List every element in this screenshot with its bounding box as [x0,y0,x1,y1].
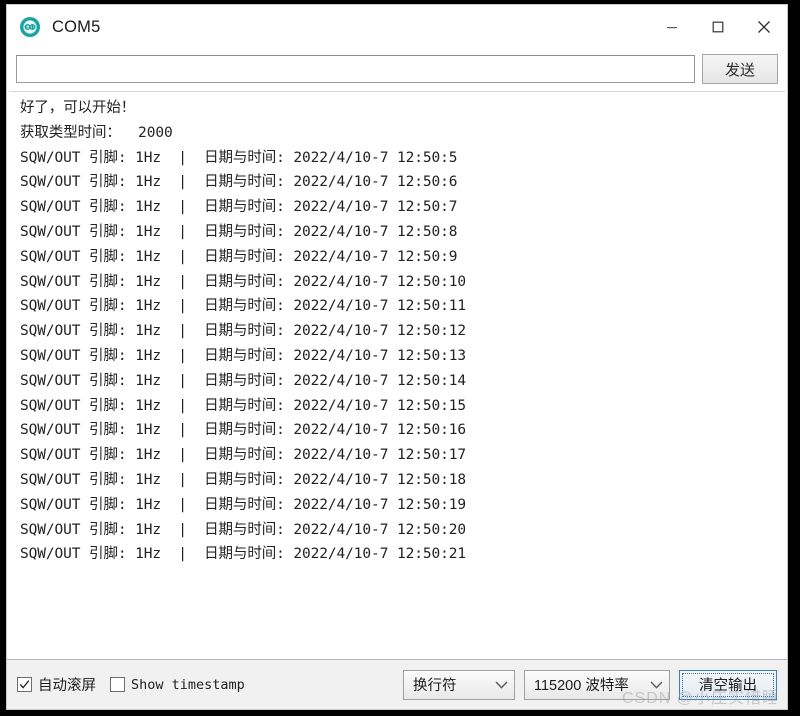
console-line: SQW/OUT 引脚: 1Hz | 日期与时间: 2022/4/10-7 12:… [20,422,466,439]
console-line: SQW/OUT 引脚: 1Hz | 日期与时间: 2022/4/10-7 12:… [20,471,466,488]
console-line: SQW/OUT 引脚: 1Hz | 日期与时间: 2022/4/10-7 12:… [20,248,458,265]
baud-rate-value: 115200 波特率 [534,678,629,694]
maximize-icon [712,21,724,33]
console-line: SQW/OUT 引脚: 1Hz | 日期与时间: 2022/4/10-7 12:… [20,546,466,563]
console-line: 获取类型时间： 2000 [20,124,173,141]
console-line: SQW/OUT 引脚: 1Hz | 日期与时间: 2022/4/10-7 12:… [20,273,466,290]
send-button[interactable]: 发送 [702,54,778,84]
show-timestamp-checkbox-box[interactable] [110,677,125,692]
minimize-button[interactable] [649,5,695,49]
send-bar: 发送 [7,49,787,89]
close-button[interactable] [741,5,787,49]
line-ending-value: 换行符 [413,678,457,694]
line-ending-select[interactable]: 换行符 [403,669,515,700]
show-timestamp-label: Show timestamp [131,676,245,693]
serial-monitor-window: COM5 发送 好了，可以开始！ 获取类型时间： 2000 SQW/OUT 引脚… [6,4,788,710]
close-icon [758,21,770,33]
console-line: SQW/OUT 引脚: 1Hz | 日期与时间: 2022/4/10-7 12:… [20,323,466,340]
autoscroll-label: 自动滚屏 [38,678,96,694]
console-line: SQW/OUT 引脚: 1Hz | 日期与时间: 2022/4/10-7 12:… [20,149,458,166]
console-line: SQW/OUT 引脚: 1Hz | 日期与时间: 2022/4/10-7 12:… [20,174,458,191]
baud-rate-select[interactable]: 115200 波特率 [524,669,670,700]
console-line: SQW/OUT 引脚: 1Hz | 日期与时间: 2022/4/10-7 12:… [20,496,466,513]
console-output[interactable]: 好了，可以开始！ 获取类型时间： 2000 SQW/OUT 引脚: 1Hz | 日期… [9,92,785,659]
console-output-panel[interactable]: 好了，可以开始！ 获取类型时间： 2000 SQW/OUT 引脚: 1Hz | 日期… [9,91,785,659]
bottom-toolbar-right: 换行符 115200 波特率 清空输出 [403,669,777,700]
console-line: SQW/OUT 引脚: 1Hz | 日期与时间: 2022/4/10-7 12:… [20,347,466,364]
window-title: COM5 [52,17,101,36]
clear-output-button[interactable]: 清空输出 [679,669,777,700]
checkmark-icon [19,680,30,689]
console-line: 好了，可以开始！ [20,100,136,116]
title-bar: COM5 [7,5,787,49]
send-input[interactable] [16,55,695,83]
console-line: SQW/OUT 引脚: 1Hz | 日期与时间: 2022/4/10-7 12:… [20,372,466,389]
console-line: SQW/OUT 引脚: 1Hz | 日期与时间: 2022/4/10-7 12:… [20,223,458,240]
window-controls [649,5,787,49]
arduino-logo-icon [19,16,41,38]
show-timestamp-checkbox[interactable]: Show timestamp [110,677,245,693]
console-line: SQW/OUT 引脚: 1Hz | 日期与时间: 2022/4/10-7 12:… [20,199,458,216]
autoscroll-checkbox[interactable]: 自动滚屏 [17,674,96,695]
console-line: SQW/OUT 引脚: 1Hz | 日期与时间: 2022/4/10-7 12:… [20,447,466,464]
console-line: SQW/OUT 引脚: 1Hz | 日期与时间: 2022/4/10-7 12:… [20,397,466,414]
console-line: SQW/OUT 引脚: 1Hz | 日期与时间: 2022/4/10-7 12:… [20,521,466,538]
maximize-button[interactable] [695,5,741,49]
bottom-toolbar: 自动滚屏 Show timestamp 换行符 115200 波特率 清空输出 [7,659,787,709]
minimize-icon [667,27,677,29]
console-line: SQW/OUT 引脚: 1Hz | 日期与时间: 2022/4/10-7 12:… [20,298,466,315]
chevron-down-icon [495,681,508,689]
clear-output-label: 清空输出 [699,678,757,694]
chevron-down-icon [650,681,663,689]
autoscroll-checkbox-box[interactable] [17,677,32,692]
